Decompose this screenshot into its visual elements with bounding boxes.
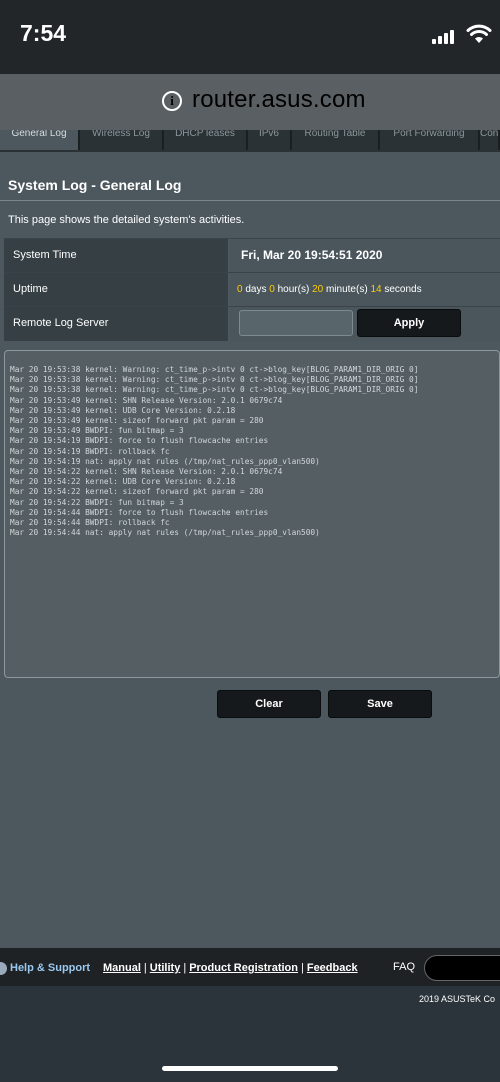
uptime-hours: 0: [269, 284, 275, 295]
log-textarea[interactable]: Mar 20 19:53:38 kernel: Warning: ct_time…: [4, 350, 500, 678]
save-button[interactable]: Save: [328, 690, 432, 718]
uptime-minutes: 20: [312, 284, 324, 295]
help-icon: [0, 962, 7, 975]
tab-underline: [0, 150, 500, 152]
log-line: Mar 20 19:54:19 nat: apply nat rules (/t…: [10, 456, 320, 466]
remote-log-server-input[interactable]: [239, 310, 353, 336]
tab-general-log[interactable]: General Log: [0, 130, 80, 150]
browser-url[interactable]: router.asus.com: [192, 86, 366, 114]
copyright-text: 2019 ASUSTeK Co: [419, 994, 496, 1004]
log-tabs: General Log Wireless Log DHCP leases IPv…: [0, 130, 500, 152]
log-line: Mar 20 19:53:38 kernel: Warning: ct_time…: [10, 385, 419, 395]
faq-search-input[interactable]: [424, 955, 500, 981]
cellular-signal-icon: [432, 30, 458, 44]
system-time-row: System Time Fri, Mar 20 19:54:51 2020: [4, 238, 500, 273]
apply-button[interactable]: Apply: [357, 309, 461, 337]
log-line: Mar 20 19:53:49 kernel: SHN Release Vers…: [10, 395, 283, 405]
log-lines: Mar 20 19:53:38 kernel: Warning: ct_time…: [10, 365, 499, 538]
log-line: Mar 20 19:53:49 kernel: UDB Core Version…: [10, 405, 236, 415]
link-separator: |: [143, 962, 147, 974]
clear-button[interactable]: Clear: [217, 690, 321, 718]
tab-port-forwarding[interactable]: Port Forwarding: [380, 130, 480, 150]
log-line: Mar 20 19:54:22 BWDPI: fun bitmap = 3: [10, 497, 184, 507]
page-description: This page shows the detailed system's ac…: [8, 214, 245, 226]
uptime-hours-unit: hour(s): [277, 284, 310, 295]
info-icon[interactable]: [162, 91, 182, 111]
log-line: Mar 20 19:54:44 BWDPI: rollback fc: [10, 518, 170, 528]
tab-routing-table[interactable]: Routing Table: [292, 130, 380, 150]
footer-links: Manual | Utility | Product Registration | Feed…: [103, 962, 358, 974]
status-time: 7:54: [20, 20, 67, 46]
log-line: Mar 20 19:53:38 kernel: Warning: ct_time…: [10, 365, 419, 374]
uptime-label: Uptime: [4, 273, 228, 307]
uptime-minutes-unit: minute(s): [325, 284, 368, 295]
link-separator: |: [183, 962, 187, 974]
uptime-seconds-unit: seconds: [384, 284, 422, 295]
log-line: Mar 20 19:53:49 kernel: sizeof forward p…: [10, 416, 264, 426]
remote-log-label: Remote Log Server: [4, 307, 228, 341]
wifi-icon: [466, 24, 492, 43]
tab-wireless-log[interactable]: Wireless Log: [80, 130, 164, 150]
log-line: Mar 20 19:54:22 kernel: UDB Core Version…: [10, 477, 236, 487]
faq-label: FAQ: [393, 961, 416, 973]
log-line: Mar 20 19:54:22 kernel: SHN Release Vers…: [10, 467, 283, 477]
router-page: General Log Wireless Log DHCP leases IPv…: [0, 130, 500, 948]
tab-ipv6[interactable]: IPv6: [248, 130, 292, 150]
footer: Help & Support Manual | Utility | Product Re…: [0, 948, 500, 986]
log-line: Mar 20 19:54:19 BWDPI: rollback fc: [10, 446, 170, 456]
log-line: Mar 20 19:54:19 BWDPI: force to flush fl…: [10, 436, 269, 446]
product-registration-link[interactable]: Product Registration: [189, 962, 298, 974]
tab-connections[interactable]: Connections: [480, 130, 500, 150]
status-bar: 7:54: [0, 0, 500, 74]
home-indicator[interactable]: [162, 1066, 338, 1071]
uptime-days: 0: [237, 284, 243, 295]
log-line: Mar 20 19:54:44 BWDPI: force to flush fl…: [10, 507, 269, 517]
log-line: Mar 20 19:54:44 nat: apply nat rules (/t…: [10, 528, 320, 538]
divider: [0, 200, 500, 201]
manual-link[interactable]: Manual: [103, 962, 141, 974]
uptime-row: Uptime 0 days 0 hour(s) 20 minute(s) 14 …: [4, 272, 500, 307]
log-line: Mar 20 19:54:22 kernel: sizeof forward p…: [10, 487, 264, 497]
system-time-value: Fri, Mar 20 19:54:51 2020: [230, 239, 500, 273]
link-separator: |: [300, 962, 304, 974]
help-support-link[interactable]: Help & Support: [10, 962, 90, 974]
log-line: Mar 20 19:53:49 BWDPI: fun bitmap = 3: [10, 426, 184, 436]
remote-log-cell: Apply: [230, 307, 500, 341]
uptime-seconds: 14: [370, 284, 382, 295]
page-title: System Log - General Log: [8, 177, 182, 193]
log-line: Mar 20 19:53:38 kernel: Warning: ct_time…: [10, 375, 419, 385]
copyright-bar: 2019 ASUSTeK Co: [0, 986, 500, 1082]
remote-log-row: Remote Log Server Apply: [4, 306, 500, 341]
tab-dhcp-leases[interactable]: DHCP leases: [164, 130, 248, 150]
uptime-value: 0 days 0 hour(s) 20 minute(s) 14 seconds: [230, 273, 500, 307]
uptime-days-unit: days: [245, 284, 267, 295]
system-time-label: System Time: [4, 239, 228, 273]
feedback-link[interactable]: Feedback: [307, 962, 358, 974]
utility-link[interactable]: Utility: [150, 962, 181, 974]
